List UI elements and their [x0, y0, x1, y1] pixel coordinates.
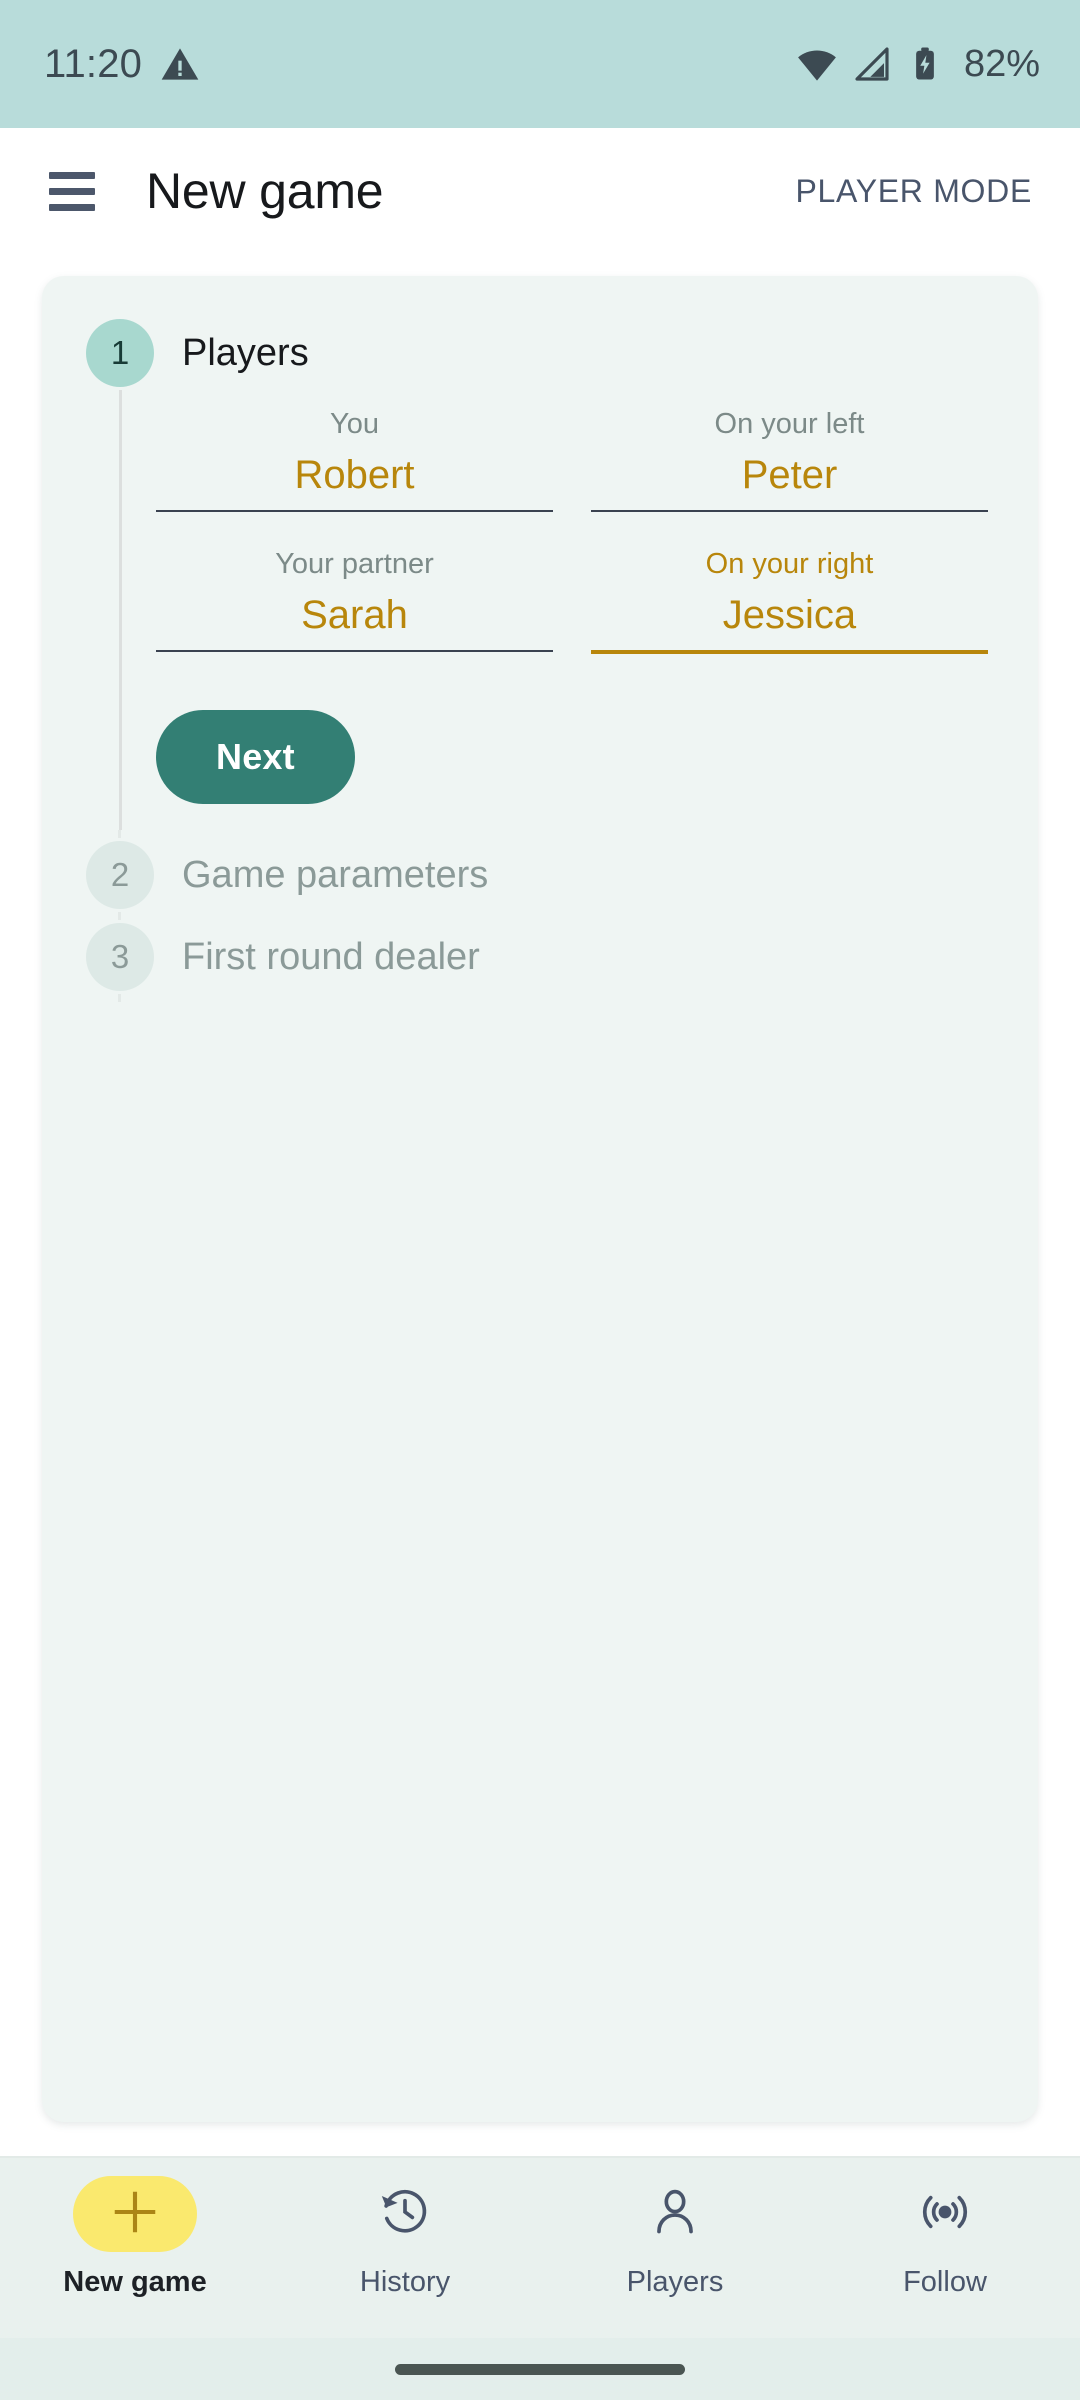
- hamburger-bar: [49, 171, 95, 179]
- page-title: New game: [146, 163, 384, 219]
- next-button-wrap: Next: [156, 654, 996, 804]
- field-on-your-right: On your right: [591, 548, 988, 654]
- step-number-badge: 1: [86, 319, 154, 387]
- step-connector-dot: [118, 912, 121, 920]
- history-icon: [379, 2186, 431, 2243]
- app-root: 11:20 82% New game PLAYER MODE 1 Players…: [0, 0, 1080, 2400]
- players-field-grid: You On your left Your partner: [156, 408, 996, 654]
- nav-item-new-game[interactable]: New game: [0, 2176, 270, 2299]
- nav-icon-slot: [613, 2176, 737, 2252]
- nav-label: History: [359, 2266, 451, 2298]
- field-underline: [156, 650, 553, 652]
- hamburger-bar: [49, 203, 95, 211]
- field-your-partner: Your partner: [156, 548, 553, 654]
- status-bar-right: 82%: [796, 43, 1040, 86]
- nav-label: Players: [626, 2266, 724, 2298]
- step-number-badge: 2: [86, 841, 154, 909]
- hamburger-menu-icon[interactable]: [36, 155, 108, 227]
- nav-icon-slot: [883, 2176, 1007, 2252]
- step-label: Game parameters: [182, 853, 489, 896]
- nav-item-follow[interactable]: Follow: [810, 2176, 1080, 2299]
- cell-signal-icon: [852, 44, 892, 84]
- bottom-navigation-bar: New game History Players Follow: [0, 2156, 1080, 2338]
- player-name-input-partner[interactable]: [156, 593, 553, 650]
- step-connector-dot: [118, 830, 121, 838]
- nav-label: Follow: [903, 2266, 987, 2298]
- field-label: Your partner: [275, 548, 434, 580]
- nav-active-pill: [73, 2176, 197, 2252]
- field-underline: [156, 510, 553, 512]
- plus-icon: [109, 2186, 161, 2243]
- broadcast-icon: [919, 2186, 971, 2243]
- step-game-parameters: 2 Game parameters: [42, 838, 1038, 912]
- player-name-input-you[interactable]: [156, 453, 553, 510]
- field-underline: [591, 510, 988, 512]
- field-on-your-left: On your left: [591, 408, 988, 512]
- field-label: On your right: [705, 548, 874, 580]
- field-you: You: [156, 408, 553, 512]
- step-label: Players: [182, 331, 309, 374]
- step-first-round-dealer-header[interactable]: 3 First round dealer: [86, 920, 1038, 994]
- field-label: You: [330, 408, 379, 440]
- person-icon: [649, 2186, 701, 2243]
- player-name-input-left[interactable]: [591, 453, 988, 510]
- step-label: First round dealer: [182, 935, 480, 978]
- system-gesture-area: [0, 2338, 1080, 2400]
- step-number-badge: 3: [86, 923, 154, 991]
- step-players-body: You On your left Your partner: [119, 390, 1038, 830]
- nav-item-players[interactable]: Players: [540, 2176, 810, 2299]
- hamburger-bar: [49, 187, 95, 195]
- field-underline: [591, 650, 988, 654]
- player-name-input-right[interactable]: [591, 593, 988, 650]
- next-button[interactable]: Next: [156, 710, 355, 804]
- step-first-round-dealer: 3 First round dealer: [42, 920, 1038, 994]
- battery-charging-icon: [906, 45, 944, 83]
- battery-percentage: 82%: [963, 42, 1040, 85]
- nav-label: New game: [63, 2266, 207, 2298]
- warning-triangle-icon: [160, 44, 200, 84]
- nav-item-history[interactable]: History: [270, 2176, 540, 2299]
- home-gesture-bar[interactable]: [395, 2363, 685, 2375]
- stepper-card: 1 Players You On your left: [42, 276, 1038, 2122]
- main-content: 1 Players You On your left: [0, 254, 1080, 2156]
- nav-icon-slot: [343, 2176, 467, 2252]
- app-bar: New game PLAYER MODE: [0, 128, 1080, 254]
- status-bar-left: 11:20: [44, 42, 200, 87]
- wifi-icon: [796, 43, 838, 85]
- step-players-header[interactable]: 1 Players: [86, 316, 1038, 390]
- step-players: 1 Players You On your left: [42, 316, 1038, 830]
- status-bar-clock: 11:20: [44, 41, 143, 86]
- player-mode-button[interactable]: PLAYER MODE: [778, 157, 1051, 226]
- field-label: On your left: [714, 408, 865, 440]
- status-bar: 11:20 82%: [0, 0, 1080, 128]
- step-connector-dot: [118, 994, 121, 1002]
- step-game-parameters-header[interactable]: 2 Game parameters: [86, 838, 1038, 912]
